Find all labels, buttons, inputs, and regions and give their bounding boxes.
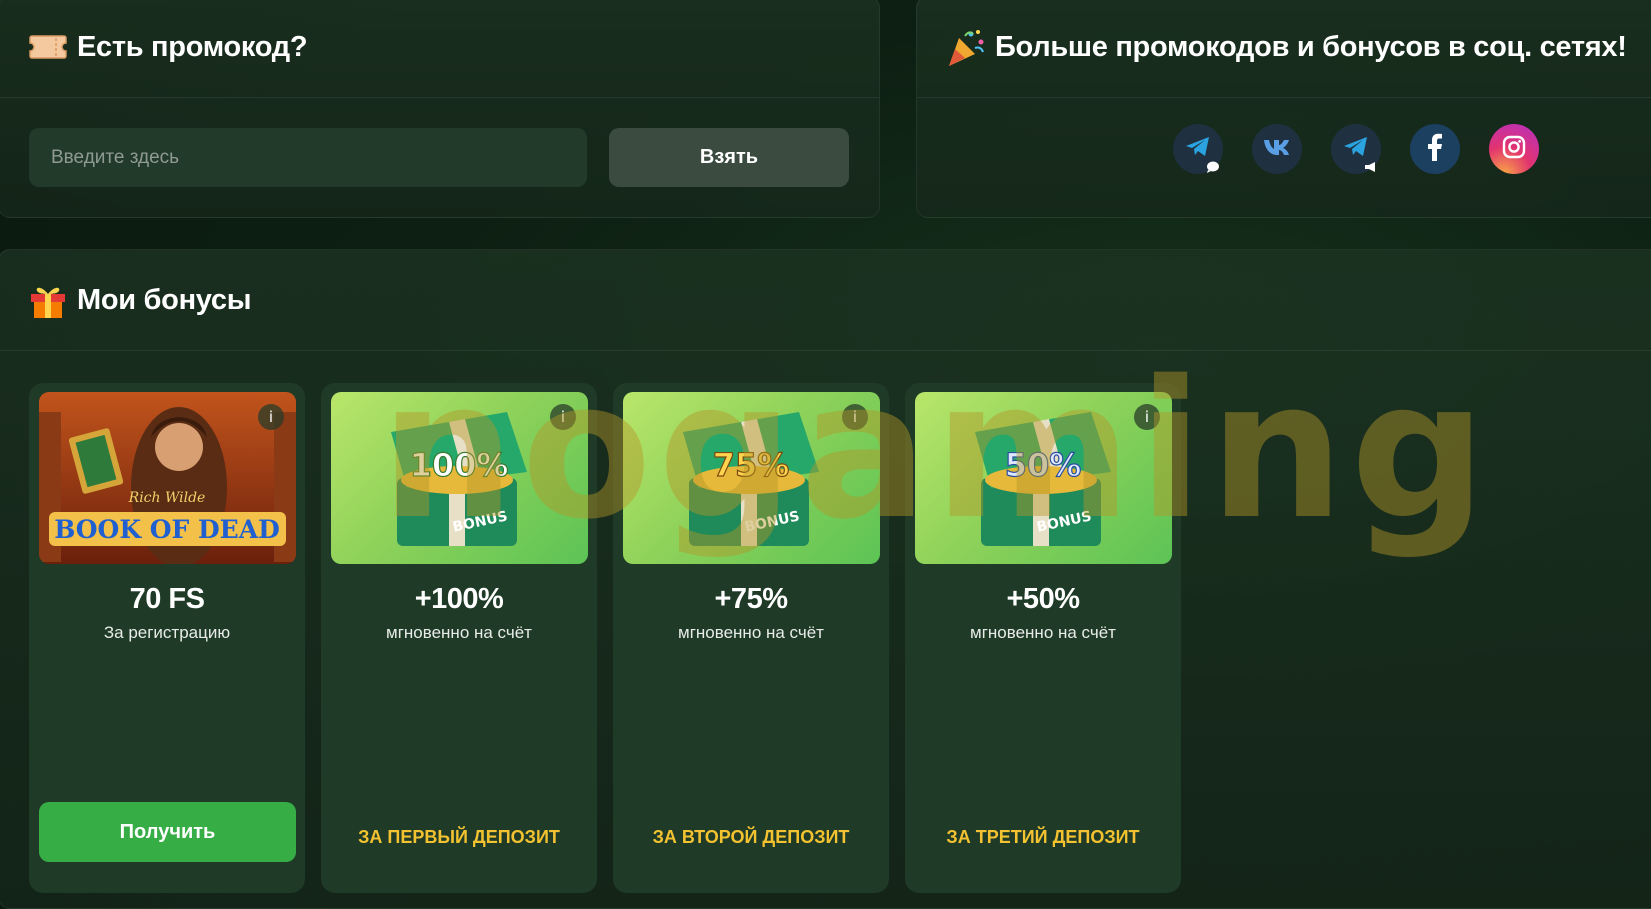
bonus-chest-image: 100% BONUS i [331,392,588,564]
book-of-dead-image: Rich Wilde BOOK OF DEAD i [39,392,296,564]
facebook-icon [1427,133,1443,166]
bonus-description: мгновенно на счёт [386,623,532,642]
bonus-condition: ЗА ТРЕТИЙ ДЕПОЗИТ [946,827,1140,847]
gift-icon [27,279,69,321]
bonus-chest-image: 50% BONUS i [915,392,1172,564]
info-button[interactable]: i [258,404,284,430]
bonus-condition: ЗА ПЕРВЫЙ ДЕПОЗИТ [358,827,560,847]
chest-percent-text: 100% [410,446,509,484]
promo-apply-button[interactable]: Взять [609,128,849,187]
info-button[interactable]: i [842,404,868,430]
chest-percent-text: 75% [713,446,790,484]
bonus-value: +75% [714,583,788,615]
social-title: Больше промокодов и бонусов в соц. сетях… [995,30,1627,63]
promo-code-input[interactable] [29,128,587,187]
promo-title: Есть промокод? [77,30,308,63]
bonus-value: +50% [1006,583,1080,615]
bonus-card-second-deposit: 75% BONUS i +75% мгновенно на счёт ЗА ВТ… [613,383,889,893]
bonus-value: 70 FS [129,583,205,615]
instagram-link[interactable] [1489,124,1539,174]
telegram-channel-link[interactable] [1331,124,1381,174]
promo-header: Есть промокод? [0,0,879,98]
bonus-card-third-deposit: 50% BONUS i +50% мгновенно на счёт ЗА ТР… [905,383,1181,893]
bonuses-title: Мои бонусы [77,283,252,316]
info-button[interactable]: i [550,404,576,430]
vk-link[interactable] [1252,124,1302,174]
facebook-link[interactable] [1410,124,1460,174]
social-panel: Больше промокодов и бонусов в соц. сетях… [916,0,1651,218]
ticket-icon [27,26,69,68]
bonus-description: мгновенно на счёт [970,623,1116,642]
bonus-card-registration: Rich Wilde BOOK OF DEAD i 70 FS За регис… [29,383,305,893]
bonus-description: мгновенно на счёт [678,623,824,642]
megaphone-icon [1365,162,1375,172]
promo-panel: Есть промокод? Взять [0,0,880,218]
party-popper-icon [945,26,987,68]
social-links [1173,124,1539,174]
svg-text:Rich Wilde: Rich Wilde [128,490,206,506]
telegram-chat-link[interactable] [1173,124,1223,174]
bonus-description: За регистрацию [103,623,231,642]
telegram-chat-icon [1185,136,1211,163]
bonus-value: +100% [414,583,504,615]
bonus-card-first-deposit: 100% BONUS i +100% мгновенно на счёт ЗА … [321,383,597,893]
info-button[interactable]: i [1134,404,1160,430]
bonuses-header: Мои бонусы [0,250,1651,351]
chest-percent-text: 50% [1005,446,1082,484]
social-header: Больше промокодов и бонусов в соц. сетях… [917,0,1651,98]
book-of-dead-logo: BOOK OF DEAD [54,515,280,544]
telegram-channel-icon [1343,136,1369,163]
instagram-icon [1502,135,1526,164]
bonus-condition: ЗА ВТОРОЙ ДЕПОЗИТ [652,827,850,847]
vk-icon [1263,138,1291,161]
bonus-chest-image: 75% BONUS i [623,392,880,564]
claim-button[interactable]: Получить [39,802,296,862]
chat-bubble-icon [1207,161,1219,173]
